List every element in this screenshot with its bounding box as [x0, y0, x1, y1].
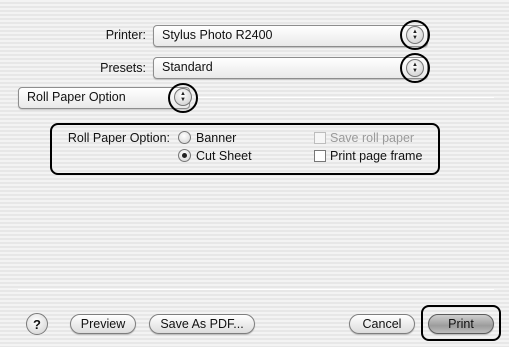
roll-paper-option-label: Roll Paper Option: — [67, 131, 170, 145]
panel-menu-arrows-highlight — [168, 83, 198, 113]
printer-arrows-highlight — [400, 20, 430, 50]
save-roll-paper-label: Save roll paper — [330, 131, 415, 145]
footer-separator — [18, 289, 494, 290]
panel-menu-value: Roll Paper Option — [27, 90, 126, 104]
save-as-pdf-button[interactable]: Save As PDF... — [149, 314, 255, 334]
radio-selected-dot — [182, 153, 187, 158]
cut-sheet-radio-label: Cut Sheet — [196, 149, 252, 163]
cancel-button[interactable]: Cancel — [349, 314, 415, 334]
printer-label: Printer: — [105, 28, 146, 42]
banner-radio[interactable] — [178, 131, 191, 144]
banner-radio-label: Banner — [196, 131, 237, 145]
preview-button[interactable]: Preview — [70, 314, 136, 334]
print-button-highlight — [421, 305, 501, 341]
help-button[interactable]: ? — [26, 313, 48, 335]
panel-menu-popup[interactable]: Roll Paper Option — [18, 87, 190, 109]
printer-popup[interactable]: Stylus Photo R2400 — [153, 25, 428, 47]
presets-popup-value: Standard — [162, 60, 213, 74]
panel-separator — [198, 97, 494, 98]
print-page-frame-checkbox[interactable] — [314, 150, 326, 162]
print-page-frame-label: Print page frame — [330, 149, 423, 163]
presets-arrows-highlight — [400, 53, 430, 83]
presets-label: Presets: — [100, 61, 146, 75]
printer-popup-value: Stylus Photo R2400 — [162, 28, 273, 42]
cut-sheet-radio[interactable] — [178, 149, 191, 162]
save-roll-paper-checkbox[interactable] — [314, 132, 326, 144]
presets-popup[interactable]: Standard — [153, 57, 428, 79]
